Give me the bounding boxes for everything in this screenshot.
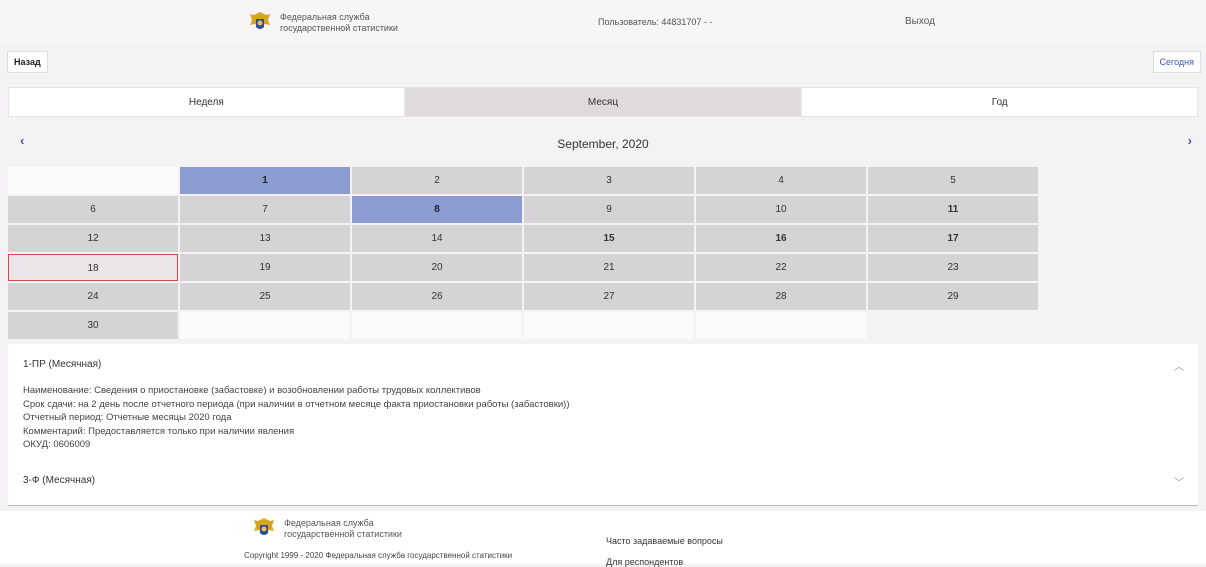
report-details: Наименование: Сведения о приостановке (з… <box>23 384 569 452</box>
calendar-day-2[interactable]: 2 <box>352 167 522 194</box>
tab-year[interactable]: Год <box>801 87 1199 117</box>
calendar-grid: 1 2 3 4 5 6 7 8 9 10 11 12 13 14 15 16 17 18 19 20 21 22 23 24 2… <box>8 167 1206 339</box>
calendar-day-26[interactable]: 26 <box>352 283 522 310</box>
org-name-line2: государственной статистики <box>280 23 398 33</box>
emblem-icon <box>250 515 278 543</box>
calendar-day-13[interactable]: 13 <box>180 225 350 252</box>
report-deadline-line: Срок сдачи: на 2 день после отчетного пе… <box>23 398 570 410</box>
reports-panel: 1-ПР (Месячная) ︿ Наименование: Сведения… <box>8 344 1198 506</box>
calendar-day-9[interactable]: 9 <box>524 196 694 223</box>
month-header: ‹ September, 2020 › <box>0 117 1206 167</box>
calendar-day-4[interactable]: 4 <box>696 167 866 194</box>
report-comment-line: Комментарий: Предоставляется только при … <box>23 425 295 437</box>
calendar-day-7[interactable]: 7 <box>180 196 350 223</box>
calendar-empty-cell <box>8 167 178 194</box>
footer-logo[interactable]: Федеральная служба государственной стати… <box>250 515 402 543</box>
footer-org-line2: государственной статистики <box>284 529 402 539</box>
calendar-day-24[interactable]: 24 <box>8 283 178 310</box>
calendar-day-27[interactable]: 27 <box>524 283 694 310</box>
org-name-line1: Федеральная служба <box>280 12 370 22</box>
today-button[interactable]: Сегодня <box>1152 51 1201 73</box>
rosstat-logo[interactable]: Федеральная служба государственной стати… <box>246 9 398 37</box>
chevron-down-icon[interactable]: ﹀ <box>1174 474 1184 489</box>
calendar-day-22[interactable]: 22 <box>696 254 866 281</box>
tab-week[interactable]: Неделя <box>8 87 405 117</box>
calendar-day-17[interactable]: 17 <box>868 225 1038 252</box>
top-bar: Федеральная служба государственной стати… <box>0 0 1206 45</box>
calendar-empty-cell <box>524 312 694 339</box>
logout-link[interactable]: Выход <box>905 16 935 27</box>
report-okud-line: ОКУД: 0606009 <box>23 439 91 450</box>
report-period-line: Отчетный период: Отчетные месяцы 2020 го… <box>23 412 232 423</box>
chevron-up-icon[interactable]: ︿ <box>1174 358 1184 373</box>
nav-bar: Назад Сегодня <box>0 45 1206 85</box>
calendar-day-23[interactable]: 23 <box>868 254 1038 281</box>
calendar-day-29[interactable]: 29 <box>868 283 1038 310</box>
back-button[interactable]: Назад <box>7 51 48 73</box>
user-label: Пользователь: 44831707 - - <box>598 17 713 27</box>
calendar-day-28[interactable]: 28 <box>696 283 866 310</box>
emblem-icon <box>246 9 274 37</box>
calendar-day-25[interactable]: 25 <box>180 283 350 310</box>
calendar-day-8[interactable]: 8 <box>352 196 522 223</box>
calendar-day-10[interactable]: 10 <box>696 196 866 223</box>
report-name-line: Наименование: Сведения о приостановке (з… <box>23 385 481 396</box>
calendar-day-3[interactable]: 3 <box>524 167 694 194</box>
calendar-empty-cell <box>180 312 350 339</box>
chevron-right-icon[interactable]: › <box>1188 133 1192 148</box>
report-title-3f[interactable]: 3-Ф (Месячная) <box>23 475 95 486</box>
report-title-1pr[interactable]: 1-ПР (Месячная) <box>23 359 101 370</box>
calendar-day-5[interactable]: 5 <box>868 167 1038 194</box>
calendar-day-14[interactable]: 14 <box>352 225 522 252</box>
calendar-day-12[interactable]: 12 <box>8 225 178 252</box>
respondents-link[interactable]: Для респондентов <box>606 557 683 567</box>
calendar-day-21[interactable]: 21 <box>524 254 694 281</box>
view-tabs: Неделя Месяц Год <box>8 87 1199 117</box>
calendar-day-16[interactable]: 16 <box>696 225 866 252</box>
calendar-empty-cell <box>696 312 866 339</box>
calendar-day-11[interactable]: 11 <box>868 196 1038 223</box>
calendar-day-18[interactable]: 18 <box>8 254 178 281</box>
tab-month[interactable]: Месяц <box>404 87 802 117</box>
calendar-day-19[interactable]: 19 <box>180 254 350 281</box>
footer: Федеральная служба государственной стати… <box>0 511 1206 567</box>
calendar-day-30[interactable]: 30 <box>8 312 178 339</box>
month-title: September, 2020 <box>557 137 649 151</box>
calendar-day-1[interactable]: 1 <box>180 167 350 194</box>
calendar-day-20[interactable]: 20 <box>352 254 522 281</box>
footer-org-line1: Федеральная служба <box>284 518 374 528</box>
panel-divider <box>8 505 1198 506</box>
calendar-day-15[interactable]: 15 <box>524 225 694 252</box>
calendar-empty-cell <box>352 312 522 339</box>
faq-link[interactable]: Часто задаваемые вопросы <box>606 536 723 546</box>
copyright-text: Copyright 1999 - 2020 Федеральная служба… <box>244 551 513 560</box>
calendar-day-6[interactable]: 6 <box>8 196 178 223</box>
